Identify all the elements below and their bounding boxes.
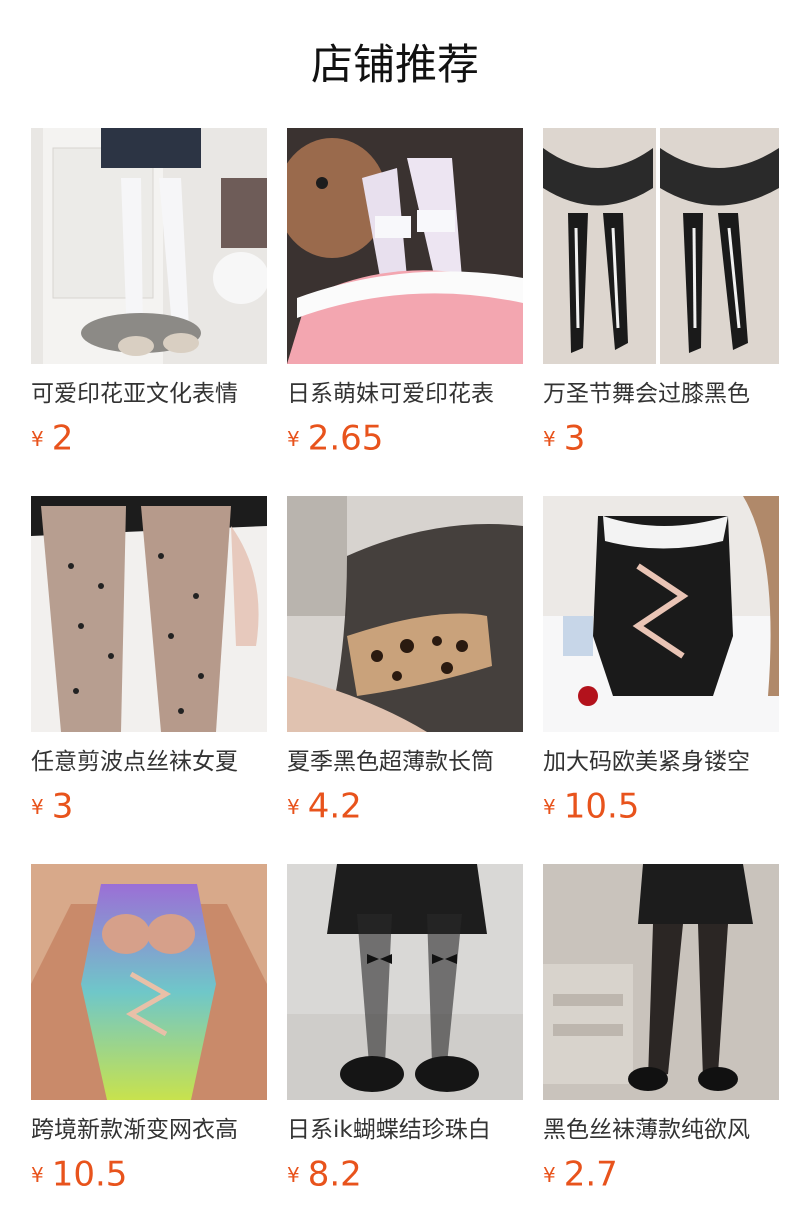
currency-symbol: ¥ (31, 1162, 44, 1187)
product-card[interactable]: 可爱印花亚文化表情 ¥2 (31, 128, 267, 468)
price-value: 10.5 (563, 786, 640, 827)
product-card[interactable]: 日系萌妹可爱印花表 ¥2.65 (287, 128, 523, 468)
currency-symbol: ¥ (31, 794, 44, 819)
product-price: ¥3 (31, 784, 73, 828)
product-image[interactable] (543, 864, 779, 1100)
price-value: 3 (563, 418, 586, 459)
product-price: ¥3 (543, 416, 585, 460)
product-name[interactable]: 跨境新款渐变网衣高 (31, 1114, 267, 1146)
currency-symbol: ¥ (287, 794, 300, 819)
product-price: ¥2.7 (543, 1152, 618, 1196)
price-value: 2.7 (563, 1154, 618, 1195)
product-card[interactable]: 黑色丝袜薄款纯欲风 ¥2.7 (543, 864, 779, 1204)
product-image[interactable] (287, 864, 523, 1100)
product-image[interactable] (287, 496, 523, 732)
product-name[interactable]: 夏季黑色超薄款长筒 (287, 746, 523, 778)
product-image[interactable] (543, 128, 779, 364)
price-value: 2 (51, 418, 74, 459)
product-card[interactable]: 跨境新款渐变网衣高 ¥10.5 (31, 864, 267, 1204)
product-price: ¥10.5 (543, 784, 639, 828)
product-name[interactable]: 可爱印花亚文化表情 (31, 378, 267, 410)
product-name[interactable]: 加大码欧美紧身镂空 (543, 746, 779, 778)
product-name[interactable]: 日系萌妹可爱印花表 (287, 378, 523, 410)
currency-symbol: ¥ (287, 1162, 300, 1187)
product-card[interactable]: 加大码欧美紧身镂空 ¥10.5 (543, 496, 779, 836)
price-value: 2.65 (307, 418, 384, 459)
price-value: 8.2 (307, 1154, 362, 1195)
currency-symbol: ¥ (543, 1162, 556, 1187)
price-value: 4.2 (307, 786, 362, 827)
product-card[interactable]: 夏季黑色超薄款长筒 ¥4.2 (287, 496, 523, 836)
product-card[interactable]: 任意剪波点丝袜女夏 ¥3 (31, 496, 267, 836)
product-card[interactable]: 万圣节舞会过膝黑色 ¥3 (543, 128, 779, 468)
product-price: ¥4.2 (287, 784, 362, 828)
product-price: ¥8.2 (287, 1152, 362, 1196)
product-image[interactable] (287, 128, 523, 364)
currency-symbol: ¥ (543, 426, 556, 451)
product-price: ¥2 (31, 416, 73, 460)
product-image[interactable] (31, 864, 267, 1100)
price-value: 10.5 (51, 1154, 128, 1195)
currency-symbol: ¥ (31, 426, 44, 451)
product-image[interactable] (31, 496, 267, 732)
page-title: 店铺推荐 (310, 40, 479, 89)
product-image[interactable] (31, 128, 267, 364)
currency-symbol: ¥ (287, 426, 300, 451)
product-name[interactable]: 黑色丝袜薄款纯欲风 (543, 1114, 779, 1146)
product-image[interactable] (543, 496, 779, 732)
currency-symbol: ¥ (543, 794, 556, 819)
product-price: ¥10.5 (31, 1152, 127, 1196)
product-name[interactable]: 日系ik蝴蝶结珍珠白 (287, 1114, 523, 1146)
product-price: ¥2.65 (287, 416, 383, 460)
product-card[interactable]: 日系ik蝴蝶结珍珠白 ¥8.2 (287, 864, 523, 1204)
product-name[interactable]: 万圣节舞会过膝黑色 (543, 378, 779, 410)
price-value: 3 (51, 786, 74, 827)
product-name[interactable]: 任意剪波点丝袜女夏 (31, 746, 267, 778)
